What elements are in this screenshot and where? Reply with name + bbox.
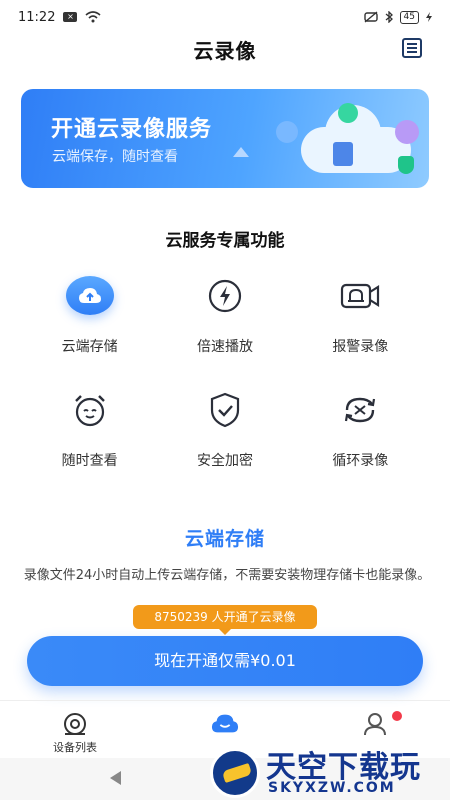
back-icon[interactable] [110,771,121,785]
detail-description: 录像文件24小时自动上传云端存储，不需要安装物理存储卡也能录像。 [23,568,431,583]
play-bubble-icon [395,120,419,144]
speed-icon [199,270,251,321]
sd-card-icon [333,142,353,166]
feature-label: 倍速播放 [196,339,253,355]
loop-icon [334,384,386,435]
subscriber-count-tooltip: 8750239 人开通了云录像 [133,605,317,635]
tab-device-list[interactable]: 设备列表 [0,701,150,758]
mute-icon [363,11,378,23]
notification-icon: × [63,12,78,22]
feature-secure-encryption[interactable]: 安全加密 [157,384,292,470]
clock-icon [64,384,116,435]
chat-bubble-icon [338,103,358,123]
cloud-upload-icon [65,276,114,315]
shield-badge-icon [398,156,414,174]
subscribe-button[interactable]: 现在开通仅需¥0.01 [27,636,423,686]
watermark-domain: SKYXZW.COM [268,780,396,796]
battery-level: 45 [399,10,419,24]
feature-label: 报警录像 [332,339,389,355]
watermark: 天空下载玩 SKYXZW.COM [210,706,450,800]
status-bar: 11:22 × 45 [0,0,450,34]
features-grid: 云端存储 倍速播放 报警录像 随时查看 安全加密 循环录像 [22,270,428,470]
tab-label: 设备列表 [53,741,97,754]
menu-list-button[interactable] [402,38,422,58]
status-time: 11:22 [18,9,56,25]
eye-bubble-icon [276,121,298,143]
upload-arrow-icon [233,147,249,157]
watermark-logo-icon [210,748,260,798]
feature-view-anytime[interactable]: 随时查看 [22,384,157,470]
wifi-icon [85,11,101,23]
feature-label: 循环录像 [332,453,389,469]
feature-label: 云端存储 [61,339,118,355]
banner-title: 开通云录像服务 [51,117,213,142]
feature-speed-play[interactable]: 倍速播放 [157,270,292,356]
feature-cloud-storage[interactable]: 云端存储 [22,270,157,356]
feature-label: 随时查看 [61,453,118,469]
header: 云录像 [0,34,450,64]
promo-banner[interactable]: 开通云录像服务 云端保存，随时查看 [21,89,429,188]
features-title: 云服务专属功能 [165,231,285,251]
feature-alarm-recording[interactable]: 报警录像 [293,270,428,356]
detail-title: 云端存储 [184,528,265,550]
bluetooth-icon [385,11,393,23]
feature-loop-recording[interactable]: 循环录像 [293,384,428,470]
banner-subtitle: 云端保存，随时查看 [52,149,178,165]
shield-check-icon [199,384,251,435]
page-title: 云录像 [193,38,257,63]
charging-icon [426,12,432,22]
device-list-icon [61,711,89,737]
feature-label: 安全加密 [196,453,253,469]
alarm-camera-icon [334,270,386,321]
